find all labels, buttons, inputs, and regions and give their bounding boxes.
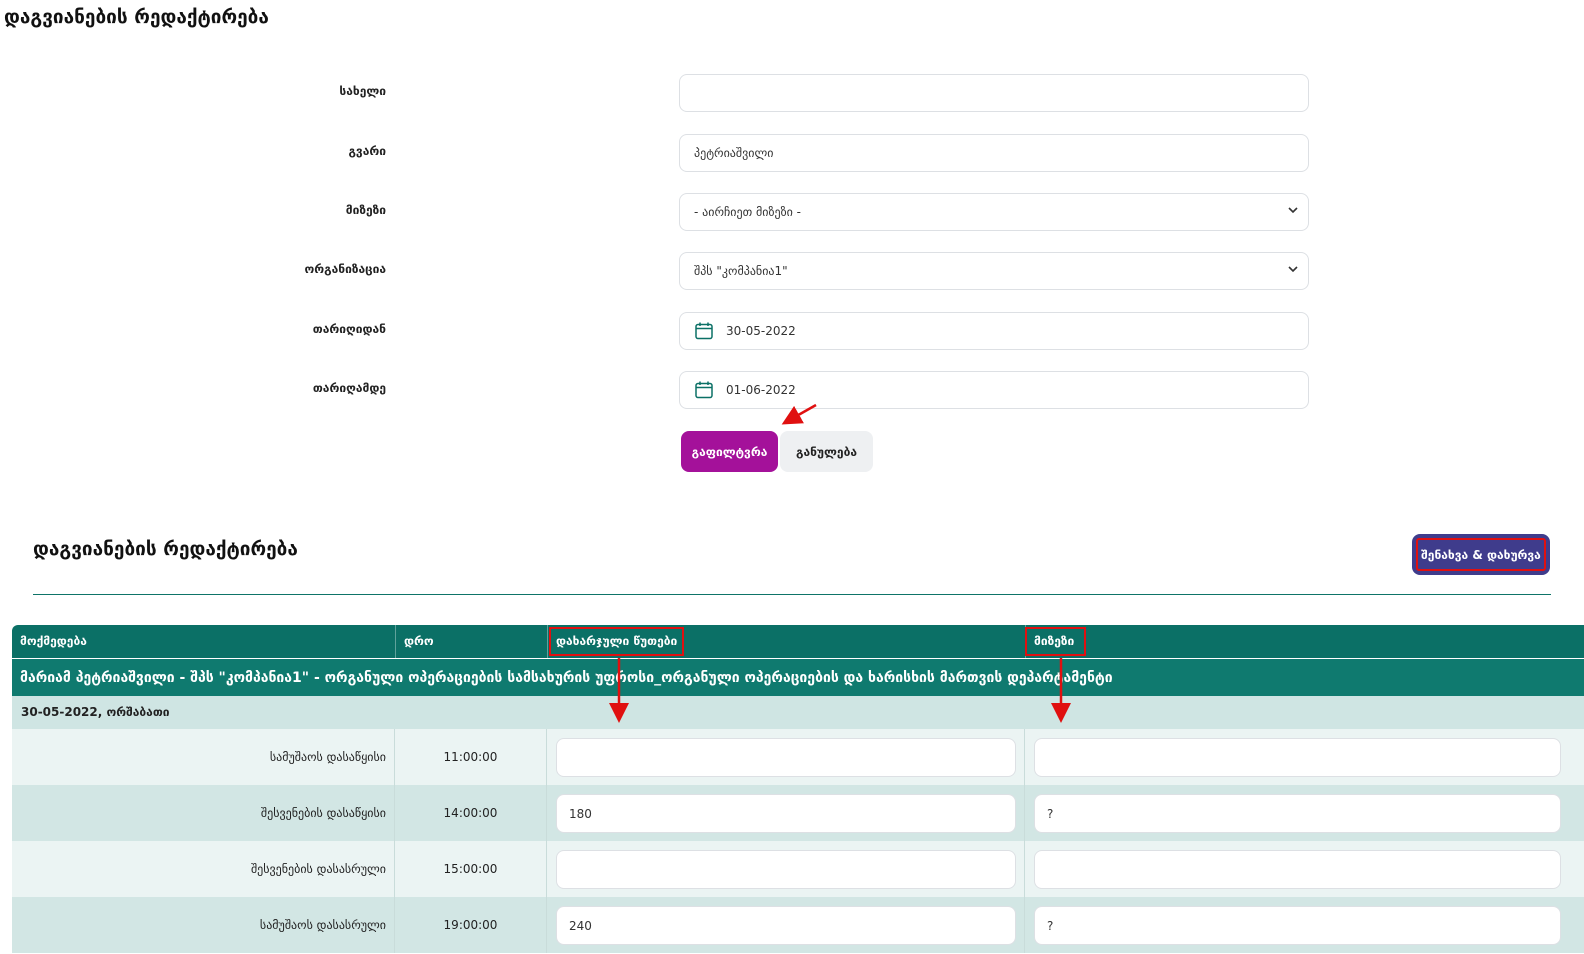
- reason-input[interactable]: [1034, 738, 1561, 777]
- minutes-cell: [547, 785, 1025, 841]
- table-row: შესვენების დასაწყისი 14:00:00: [12, 785, 1584, 841]
- last-name-value: პეტრიაშვილი: [694, 146, 774, 160]
- table-row: სამუშაოს დასაწყისი 11:00:00: [12, 729, 1584, 785]
- minutes-input[interactable]: [556, 738, 1016, 777]
- last-name-label: გვარი: [348, 144, 386, 158]
- first-name-row: სახელი: [0, 74, 1320, 114]
- reason-cell: [1025, 729, 1584, 785]
- highlight-box: [1416, 538, 1546, 571]
- reason-input[interactable]: [1034, 850, 1561, 889]
- employee-group-row: მარიამ პეტრიაშვილი - შპს "კომპანია1" - ო…: [12, 658, 1584, 696]
- date-to-field[interactable]: 01-06-2022: [679, 371, 1309, 409]
- delays-table: მოქმედება დრო დახარჯული წუთები მიზეზი მა…: [12, 625, 1584, 954]
- highlight-box: [549, 627, 684, 656]
- reason-select[interactable]: - აირჩიეთ მიზეზი -: [679, 193, 1309, 231]
- first-name-label: სახელი: [339, 84, 386, 98]
- reason-input[interactable]: [1034, 906, 1561, 945]
- action-cell: შესვენების დასაწყისი: [12, 785, 395, 841]
- organization-select[interactable]: შპს "კომპანია1": [679, 252, 1309, 290]
- date-from-field[interactable]: 30-05-2022: [679, 312, 1309, 350]
- reason-row: მიზეზი - აირჩიეთ მიზეზი -: [0, 193, 1320, 233]
- date-from-row: თარიღიდან 30-05-2022: [0, 312, 1320, 352]
- reason-cell: [1025, 785, 1584, 841]
- section-title: დაგვიანების რედაქტირება: [33, 538, 298, 560]
- organization-row: ორგანიზაცია შპს "კომპანია1": [0, 252, 1320, 292]
- reason-input[interactable]: [1034, 794, 1561, 833]
- date-from-value: 30-05-2022: [726, 324, 796, 338]
- page-title: დაგვიანების რედაქტირება: [4, 6, 269, 28]
- header-reason: მიზეზი: [1025, 625, 1584, 658]
- minutes-cell: [547, 729, 1025, 785]
- save-close-button[interactable]: შენახვა & დახურვა: [1412, 534, 1550, 575]
- first-name-field[interactable]: [679, 74, 1309, 112]
- chevron-down-icon: [1288, 207, 1298, 214]
- last-name-field[interactable]: პეტრიაშვილი: [679, 134, 1309, 172]
- reset-button[interactable]: განულება: [780, 431, 873, 472]
- minutes-cell: [547, 897, 1025, 953]
- table-header: მოქმედება დრო დახარჯული წუთები მიზეზი: [12, 625, 1584, 658]
- time-cell: 11:00:00: [395, 729, 547, 785]
- table-row: შესვენების დასასრული 15:00:00: [12, 841, 1584, 897]
- action-cell: სამუშაოს დასაწყისი: [12, 729, 395, 785]
- date-from-label: თარიღიდან: [312, 322, 386, 336]
- header-time: დრო: [395, 625, 547, 658]
- date-to-value: 01-06-2022: [726, 383, 796, 397]
- minutes-input[interactable]: [556, 850, 1016, 889]
- date-to-label: თარიღამდე: [312, 381, 386, 395]
- chevron-down-icon: [1288, 266, 1298, 273]
- minutes-cell: [547, 841, 1025, 897]
- reason-selected-value: - აირჩიეთ მიზეზი -: [694, 205, 801, 219]
- table-row: სამუშაოს დასასრული 19:00:00: [12, 897, 1584, 953]
- time-cell: 15:00:00: [395, 841, 547, 897]
- minutes-input[interactable]: [556, 906, 1016, 945]
- organization-label: ორგანიზაცია: [304, 262, 386, 276]
- date-to-row: თარიღამდე 01-06-2022: [0, 371, 1320, 411]
- last-name-row: გვარი პეტრიაშვილი: [0, 134, 1320, 174]
- section-divider: [33, 594, 1551, 595]
- reason-cell: [1025, 897, 1584, 953]
- reason-cell: [1025, 841, 1584, 897]
- reason-label: მიზეზი: [345, 203, 386, 217]
- calendar-icon: [695, 322, 713, 340]
- date-group-row: 30-05-2022, ორშაბათი: [12, 696, 1584, 729]
- time-cell: 14:00:00: [395, 785, 547, 841]
- time-cell: 19:00:00: [395, 897, 547, 953]
- minutes-input[interactable]: [556, 794, 1016, 833]
- header-action: მოქმედება: [20, 634, 87, 648]
- action-cell: სამუშაოს დასასრული: [12, 897, 395, 953]
- highlight-box: [1025, 627, 1086, 656]
- calendar-icon: [695, 381, 713, 399]
- filter-button[interactable]: გაფილტვრა: [681, 431, 778, 472]
- action-cell: შესვენების დასასრული: [12, 841, 395, 897]
- organization-selected-value: შპს "კომპანია1": [694, 264, 788, 278]
